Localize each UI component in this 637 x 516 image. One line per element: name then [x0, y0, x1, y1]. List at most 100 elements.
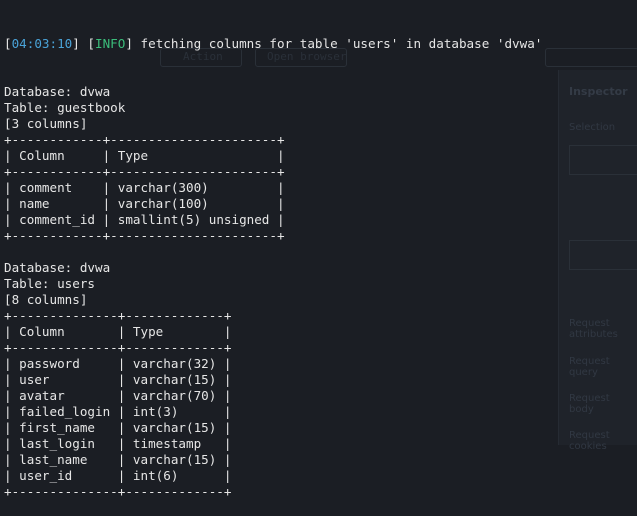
- table-border: |: [4, 388, 20, 403]
- column-type-cell: varchar(100): [117, 196, 209, 211]
- table-border: |: [4, 148, 20, 163]
- column-name-cell: user: [19, 372, 50, 387]
- table-separator: +--------------+-------------+: [4, 340, 637, 356]
- table-border: |: [216, 388, 232, 403]
- table-separator: +--------------+-------------+: [4, 308, 637, 324]
- column-type-cell: varchar(70): [132, 388, 217, 403]
- column-name-cell: last_login: [19, 436, 95, 451]
- table-border: |: [4, 468, 20, 483]
- table-border: |: [4, 452, 20, 467]
- column-count-line: [8 columns]: [4, 292, 637, 308]
- table-border: |: [208, 196, 285, 211]
- table-row: | user | varchar(15) |: [4, 372, 637, 388]
- table-border: |: [4, 404, 20, 419]
- table-row: | user_id | int(6) |: [4, 468, 637, 484]
- table-border: |: [178, 404, 232, 419]
- table-row: | name | varchar(100) |: [4, 196, 637, 212]
- table-border: |: [4, 196, 20, 211]
- column-name-cell: comment: [19, 180, 73, 195]
- database-label: Database: dvwa: [4, 84, 111, 99]
- table-border: |: [201, 436, 232, 451]
- table-line: Table: users: [4, 276, 637, 292]
- table-row: | password | varchar(32) |: [4, 356, 637, 372]
- table-border: +--------------+-------------+: [4, 484, 232, 499]
- log-timestamp: 04:03:10: [11, 36, 73, 51]
- table-border: |: [49, 196, 118, 211]
- table-border: +------------+----------------------+: [4, 164, 285, 179]
- table-border: |: [72, 180, 118, 195]
- column-type-cell: varchar(15): [132, 372, 217, 387]
- column-type-cell: Type: [117, 148, 149, 163]
- column-name-cell: Column: [19, 148, 65, 163]
- column-name-cell: avatar: [19, 388, 65, 403]
- table-row: | avatar | varchar(70) |: [4, 388, 637, 404]
- database-line: Database: dvwa: [4, 84, 637, 100]
- table-border: |: [95, 212, 118, 227]
- column-type-cell: varchar(15): [132, 452, 217, 467]
- table-separator: +------------+----------------------+: [4, 228, 637, 244]
- table-border: |: [148, 148, 285, 163]
- table-separator: +------------+----------------------+: [4, 132, 637, 148]
- table-header-row: | Column | Type |: [4, 324, 637, 340]
- table-separator: +------------+----------------------+: [4, 164, 637, 180]
- tables-container: Database: dvwa Table: guestbook [3 columns…: [4, 84, 637, 500]
- column-count: [8 columns]: [4, 292, 88, 307]
- table-label: Table: users: [4, 276, 95, 291]
- column-type-cell: varchar(300): [117, 180, 209, 195]
- table-border: |: [64, 324, 133, 339]
- table-row: | last_login | timestamp |: [4, 436, 637, 452]
- column-type-cell: Type: [132, 324, 164, 339]
- table-border: |: [95, 420, 133, 435]
- table-border: |: [4, 212, 20, 227]
- table-border: |: [216, 372, 232, 387]
- table-border: |: [4, 180, 20, 195]
- table-border: |: [216, 452, 232, 467]
- table-row: | comment | varchar(300) |: [4, 180, 637, 196]
- table-border: +--------------+-------------+: [4, 308, 232, 323]
- table-border: +------------+----------------------+: [4, 228, 285, 243]
- table-border: |: [4, 420, 20, 435]
- table-border: |: [79, 356, 133, 371]
- log-line: [04:03:10] [INFO] fetching columns for t…: [4, 36, 543, 51]
- column-name-cell: user_id: [19, 468, 73, 483]
- column-name-cell: comment_id: [19, 212, 95, 227]
- table-border: |: [178, 468, 232, 483]
- column-name-cell: name: [19, 196, 50, 211]
- table-border: |: [4, 372, 20, 387]
- table-border: |: [49, 372, 133, 387]
- log-message: fetching columns for table 'users' in da…: [140, 36, 543, 51]
- table-border: |: [64, 148, 118, 163]
- column-count: [3 columns]: [4, 116, 88, 131]
- table-line: Table: guestbook: [4, 100, 637, 116]
- table-border: |: [163, 324, 232, 339]
- table-row: | failed_login | int(3) |: [4, 404, 637, 420]
- column-type-cell: int(6): [132, 468, 179, 483]
- table-label: Table: guestbook: [4, 100, 126, 115]
- column-type-cell: varchar(32): [132, 356, 217, 371]
- table-row: | first_name | varchar(15) |: [4, 420, 637, 436]
- terminal-output: [04:03:10] [INFO] fetching columns for t…: [0, 0, 637, 499]
- column-type-cell: timestamp: [132, 436, 202, 451]
- table-border: |: [269, 212, 285, 227]
- column-type-cell: smallint(5) unsigned: [117, 212, 270, 227]
- table-row: | last_name | varchar(15) |: [4, 452, 637, 468]
- table-border: |: [4, 324, 20, 339]
- column-name-cell: first_name: [19, 420, 95, 435]
- column-name-cell: password: [19, 356, 80, 371]
- table-border: |: [208, 180, 285, 195]
- table-border: +------------+----------------------+: [4, 132, 285, 147]
- column-name-cell: last_name: [19, 452, 88, 467]
- log-level: INFO: [95, 36, 126, 51]
- table-border: |: [216, 420, 232, 435]
- column-name-cell: Column: [19, 324, 65, 339]
- table-border: |: [110, 404, 133, 419]
- table-border: +--------------+-------------+: [4, 340, 232, 355]
- column-name-cell: failed_login: [19, 404, 111, 419]
- database-label: Database: dvwa: [4, 260, 111, 275]
- table-row: | comment_id | smallint(5) unsigned |: [4, 212, 637, 228]
- table-border: |: [4, 436, 20, 451]
- column-type-cell: varchar(15): [132, 420, 217, 435]
- column-count-line: [3 columns]: [4, 116, 637, 132]
- table-border: |: [87, 452, 133, 467]
